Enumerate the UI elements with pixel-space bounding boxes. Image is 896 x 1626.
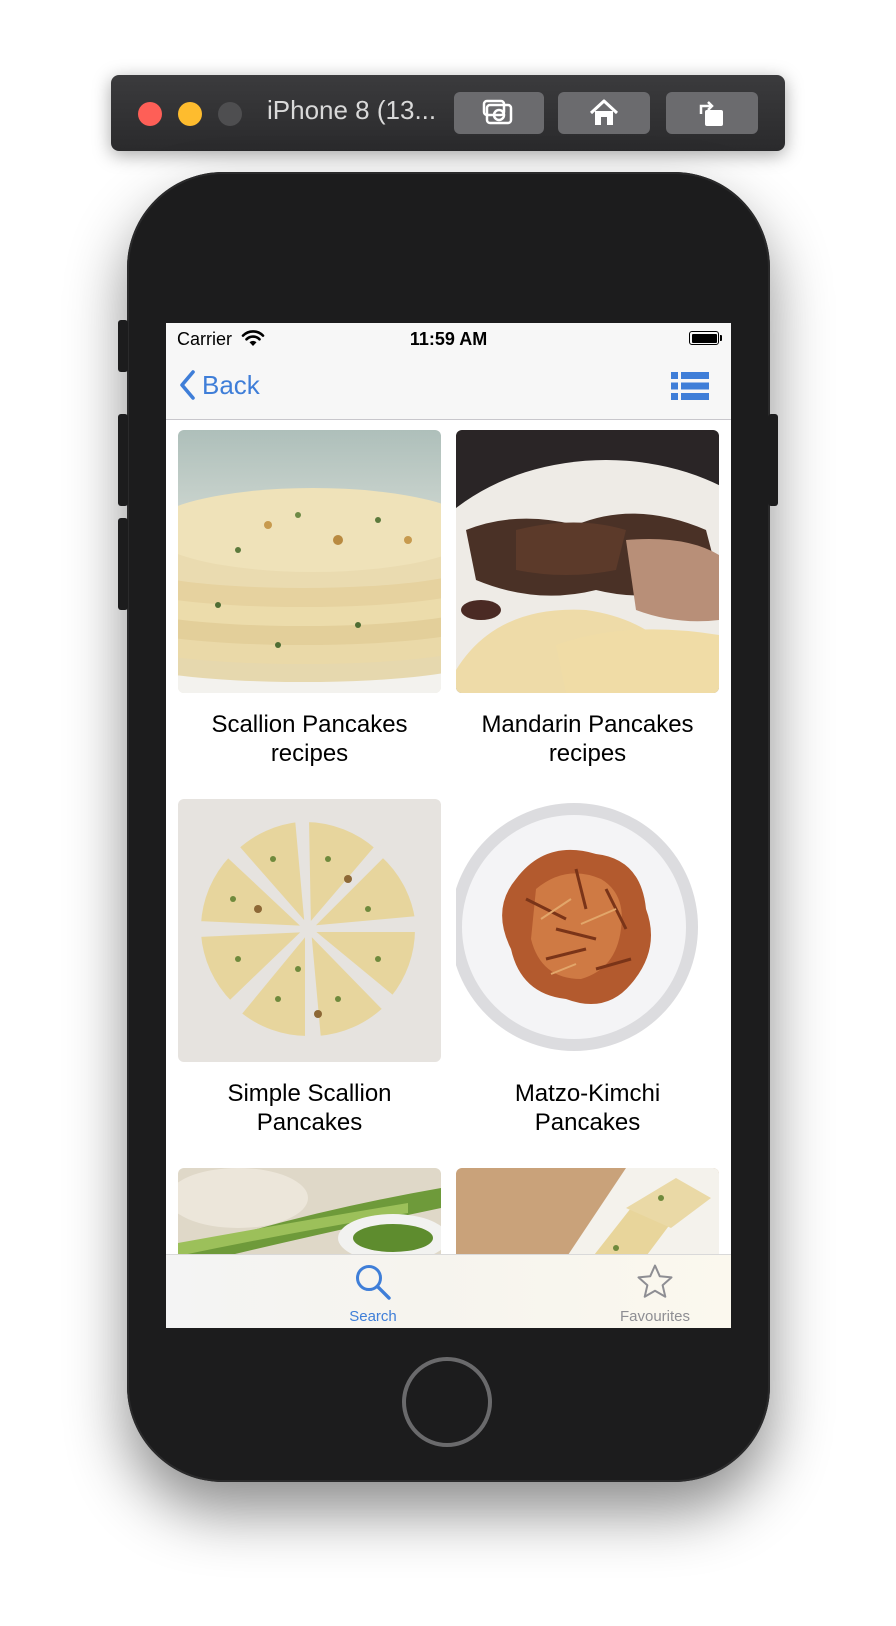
simulator-toolbar: iPhone 8 (13... [111,75,785,151]
device-home-button[interactable] [402,1357,492,1447]
app-screen: Carrier 11:59 AM Back Scallion Pancakes … [166,323,731,1328]
back-label: Back [202,369,260,400]
home-button[interactable] [558,92,650,134]
home-icon [589,99,619,125]
tab-bar: Search Favourites [166,1254,731,1328]
back-button[interactable]: Back [178,369,260,401]
recipe-title: Simple Scallion Pancakes [227,1080,392,1136]
minimize-window-button[interactable] [178,102,202,126]
star-icon [637,1264,673,1298]
recipe-image [178,799,441,1062]
recipe-card-simple-scallion-pancakes[interactable]: Simple Scallion Pancakes [178,799,441,1137]
volume-up-button [118,414,128,506]
chevron-left-icon [180,370,195,400]
recipe-image [456,430,719,693]
tab-label: Favourites [619,1308,691,1325]
recipe-image [178,430,441,693]
tab-label: Search [349,1308,397,1325]
battery-icon [689,331,722,345]
volume-down-button [118,518,128,610]
rotate-button[interactable] [666,92,758,134]
rotate-icon [699,101,723,126]
zoom-window-button[interactable] [218,102,242,126]
screenshot-button[interactable] [454,92,544,134]
recipe-card-matzo-kimchi-pancakes[interactable]: Matzo-Kimchi Pancakes [456,799,719,1137]
recipe-title: Mandarin Pancakes recipes [481,711,694,767]
clock: 11:59 AM [409,329,488,349]
recipe-grid: Scallion Pancakes recipes Mandarin Panca… [166,420,731,1288]
tab-favourites[interactable]: Favourites [585,1263,725,1325]
list-view-icon[interactable] [671,371,709,401]
recipe-card-mandarin-pancakes[interactable]: Mandarin Pancakes recipes [456,430,719,768]
navigation-bar: Back [166,353,731,420]
status-bar: Carrier 11:59 AM [166,323,731,353]
search-icon [356,1265,391,1300]
close-window-button[interactable] [138,102,162,126]
camera-icon [482,99,513,125]
mute-switch [118,320,128,372]
power-button [768,414,778,506]
simulator-title: iPhone 8 (13... [267,95,437,125]
tab-search[interactable]: Search [303,1263,443,1325]
recipe-title: Matzo-Kimchi Pancakes [514,1080,661,1136]
recipe-image [456,799,719,1062]
recipe-card-scallion-pancakes[interactable]: Scallion Pancakes recipes [178,430,441,768]
recipe-title: Scallion Pancakes recipes [211,711,408,767]
